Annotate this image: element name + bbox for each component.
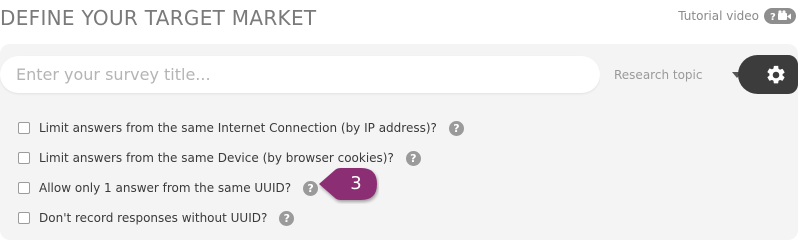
limit-device-checkbox[interactable]: [18, 152, 30, 164]
help-icon[interactable]: ?: [303, 180, 319, 196]
options-list: Limit answers from the same Internet Con…: [18, 113, 464, 233]
svg-text:?: ?: [770, 12, 776, 23]
option-label: Limit answers from the same Device (by b…: [39, 151, 394, 165]
uuid-once-checkbox[interactable]: [18, 182, 30, 194]
tutorial-video-link[interactable]: Tutorial video ?: [678, 7, 796, 25]
settings-button[interactable]: [738, 55, 798, 94]
gear-icon: [767, 65, 785, 83]
step-callout-number: 3: [350, 173, 362, 194]
page-title: DEFINE YOUR TARGET MARKET: [0, 6, 317, 30]
option-label: Limit answers from the same Internet Con…: [39, 121, 437, 135]
help-icon[interactable]: ?: [405, 150, 421, 166]
option-require-uuid[interactable]: Don't record responses without UUID? ?: [18, 203, 464, 233]
survey-title-input[interactable]: [0, 56, 600, 93]
option-uuid-once[interactable]: Allow only 1 answer from the same UUID? …: [18, 173, 464, 203]
help-icon[interactable]: ?: [448, 120, 464, 136]
limit-ip-checkbox[interactable]: [18, 122, 30, 134]
help-icon[interactable]: ?: [279, 210, 295, 226]
research-topic-label: Research topic: [614, 67, 703, 82]
option-label: Allow only 1 answer from the same UUID?: [39, 181, 292, 195]
video-help-icon: ?: [764, 8, 796, 24]
tutorial-video-label: Tutorial video: [678, 9, 759, 23]
option-limit-device[interactable]: Limit answers from the same Device (by b…: [18, 143, 464, 173]
option-limit-ip[interactable]: Limit answers from the same Internet Con…: [18, 113, 464, 143]
require-uuid-checkbox[interactable]: [18, 212, 30, 224]
option-label: Don't record responses without UUID?: [39, 211, 268, 225]
research-topic-select[interactable]: Research topic: [600, 56, 756, 93]
